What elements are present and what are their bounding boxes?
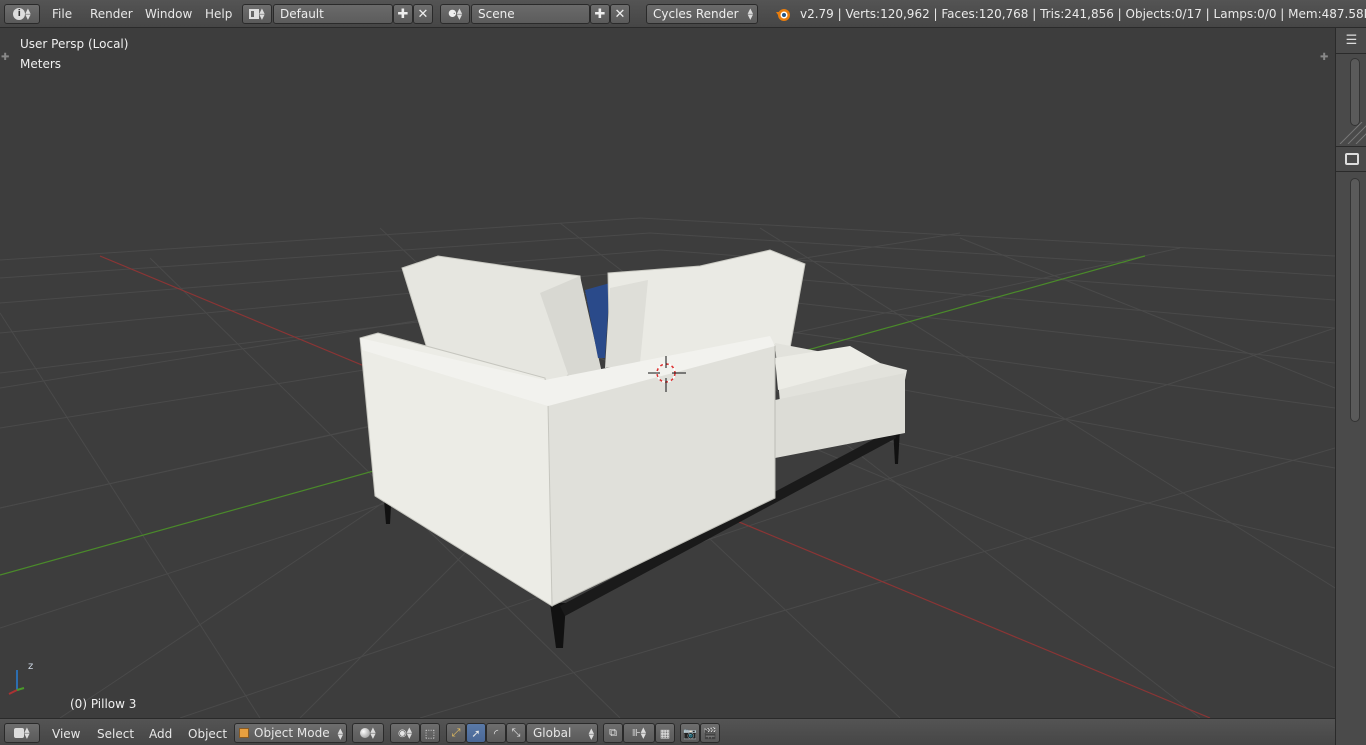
delete-layout-button[interactable]: ✕ (413, 4, 433, 24)
chevron-updown-icon: ▲ ▼ (640, 726, 647, 740)
properties-expand-icon[interactable]: ✚ (1320, 52, 1328, 63)
outliner-icon: ☰ (1345, 33, 1358, 48)
close-icon: ✕ (614, 6, 626, 22)
translate-manipulator-button[interactable]: ➚ (466, 723, 486, 743)
pivot-point-dropdown[interactable]: ◉ ▲ ▼ (390, 723, 420, 743)
object-mode-icon (239, 728, 249, 738)
close-icon: ✕ (417, 6, 429, 22)
snap-increment-icon: ⊪ (631, 727, 641, 739)
chevron-updown-icon: ▲ ▼ (24, 726, 30, 740)
rotate-manipulator-button[interactable]: ◜ (486, 723, 506, 743)
camera-icon: 📷 (683, 726, 697, 740)
clapper-icon: 🎬 (703, 726, 717, 740)
3d-view-header: ▲ ▼ View Select Add Object Object Mode ▲ ▼… (0, 718, 1335, 745)
interaction-mode-label: Object Mode (254, 726, 330, 740)
pivot-icon: ◉ (397, 727, 407, 739)
editor-type-button[interactable]: ▲ ▼ (4, 723, 40, 743)
menu-select[interactable]: Select (97, 727, 134, 741)
menu-add[interactable]: Add (149, 727, 172, 741)
axis-z-label: z (28, 661, 33, 672)
transform-orientation-dropdown[interactable]: Global ▲ ▼ (526, 723, 598, 743)
chevron-updown-icon: ▲ ▼ (259, 7, 265, 21)
opengl-render-button[interactable]: 📷 (680, 723, 700, 743)
scale-icon: ⤡ (511, 726, 521, 739)
scale-manipulator-button[interactable]: ⤡ (506, 723, 526, 743)
transform-orientation-label: Global (533, 726, 572, 740)
add-scene-button[interactable]: ✚ (590, 4, 610, 24)
right-editor-strip: ☰ (1335, 28, 1366, 745)
menu-object[interactable]: Object (188, 727, 227, 741)
outliner-scrollbar[interactable] (1350, 58, 1360, 126)
screen-layout-selector[interactable]: ▲ ▼ (242, 4, 272, 24)
opengl-render-animation-button[interactable]: 🎬 (700, 723, 720, 743)
chevron-updown-icon: ▲ ▼ (25, 7, 31, 21)
snap-element-dropdown[interactable]: ⊪ ▲ ▼ (623, 723, 655, 743)
scene-field[interactable]: Scene (471, 4, 590, 24)
layers-icon: ⧉ (609, 726, 617, 739)
manipulator-toggle-button[interactable]: ⤢ (446, 723, 466, 743)
menu-file[interactable]: File (52, 7, 72, 21)
menu-view[interactable]: View (52, 727, 80, 741)
blender-logo-icon (775, 6, 791, 22)
outliner-editor-button[interactable]: ☰ (1336, 28, 1366, 54)
plus-icon: ✚ (594, 6, 606, 22)
menu-help[interactable]: Help (205, 7, 232, 21)
chevron-updown-icon: ▲ ▼ (406, 726, 413, 740)
properties-editor-button[interactable] (1336, 146, 1366, 172)
delete-scene-button[interactable]: ✕ (610, 4, 630, 24)
active-object-label: (0) Pillow 3 (70, 697, 137, 711)
menu-render[interactable]: Render (90, 7, 133, 21)
sofa-model[interactable] (359, 249, 907, 648)
translate-arrow-icon: ➚ (471, 726, 481, 740)
shading-solid-icon (360, 728, 371, 738)
chevron-updown-icon: ▲ ▼ (588, 727, 594, 741)
render-engine-label: Cycles Render (653, 7, 739, 21)
properties-footer (1336, 718, 1366, 745)
screen-layout-field[interactable]: Default (273, 4, 393, 24)
plus-icon: ✚ (397, 6, 409, 22)
layout-icon (249, 9, 260, 19)
units-label: Meters (20, 57, 62, 71)
properties-icon (1344, 153, 1359, 165)
layers-button[interactable]: ⧉ (603, 723, 623, 743)
scene-statistics: v2.79 | Verts:120,962 | Faces:120,768 | … (800, 7, 1366, 21)
view-label: User Persp (Local) (20, 37, 129, 51)
add-layout-button[interactable]: ✚ (393, 4, 413, 24)
menu-window[interactable]: Window (145, 7, 192, 21)
chevron-updown-icon: ▲ ▼ (456, 7, 463, 21)
3d-view-icon (14, 728, 25, 738)
scene-selector[interactable]: ⚈ ▲ ▼ (440, 4, 470, 24)
3d-viewport[interactable]: z ✚ ✚ User Persp (Local) Meters (0) Pill… (0, 28, 1335, 718)
chevron-updown-icon: ▲ ▼ (747, 7, 753, 21)
editor-type-button[interactable]: i ▲ ▼ (4, 4, 40, 24)
snap-grid-icon: ▦ (659, 726, 671, 740)
properties-scrollbar[interactable] (1350, 178, 1360, 422)
info-header: i ▲ ▼ File Render Window Help ▲ ▼ Default … (0, 0, 1366, 28)
info-icon: i (13, 8, 26, 20)
viewport-scene: z ✚ ✚ (0, 52, 1335, 718)
snap-toggle-button[interactable]: ▦ (655, 723, 675, 743)
chevron-updown-icon: ▲ ▼ (337, 727, 343, 741)
scene-icon: ⚈ (447, 8, 457, 20)
manipulate-center-points-button[interactable]: ⬚ (420, 723, 440, 743)
viewport-shading-dropdown[interactable]: ▲ ▼ (352, 723, 384, 743)
center-points-icon: ⬚ (424, 726, 436, 740)
manipulator-icon: ⤢ (451, 726, 461, 739)
toolshelf-expand-icon[interactable]: ✚ (1, 52, 9, 63)
render-engine-dropdown[interactable]: Cycles Render ▲ ▼ (646, 4, 758, 24)
chevron-updown-icon: ▲ ▼ (370, 726, 376, 740)
axis-gizmo (8, 670, 25, 695)
rotate-arc-icon: ◜ (493, 726, 499, 740)
outliner-resize-handle[interactable] (1336, 121, 1366, 145)
interaction-mode-dropdown[interactable]: Object Mode ▲ ▼ (234, 723, 347, 743)
